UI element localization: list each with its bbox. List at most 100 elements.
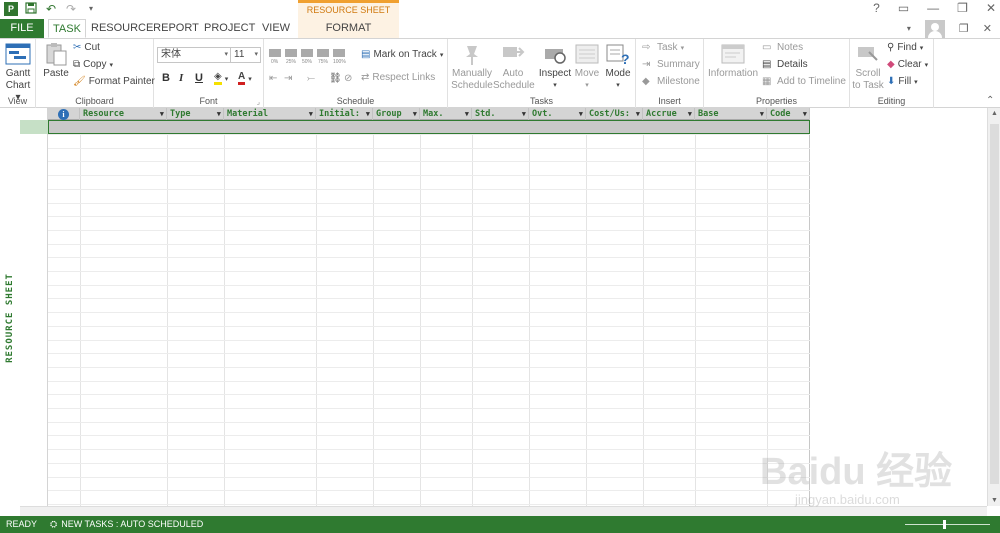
bold-button[interactable]: B	[162, 72, 170, 84]
link-icon[interactable]: ⛓	[329, 73, 342, 84]
highlight-color-button[interactable]: ◈ ▾	[214, 72, 228, 85]
avatar[interactable]	[924, 19, 945, 38]
paste-button[interactable]: Paste	[40, 42, 72, 80]
zoom-slider-thumb[interactable]	[943, 520, 946, 529]
col-initials-filter-icon[interactable]: ▼	[366, 108, 370, 120]
col-code[interactable]: Code ▼	[767, 108, 810, 120]
pct-0-icon[interactable]	[269, 49, 281, 57]
insert-milestone-button[interactable]: ◆ Milestone	[642, 76, 700, 87]
col-cost-use[interactable]: Cost/Us: ▼	[586, 108, 643, 120]
col-base[interactable]: Base ▼	[695, 108, 767, 120]
inspect-button[interactable]: Inspect ▾	[537, 42, 573, 92]
col-initials[interactable]: Initial: ▼	[316, 108, 373, 120]
col-cost-use-filter-icon[interactable]: ▼	[636, 108, 640, 120]
indent-icon[interactable]: ⇥	[284, 73, 292, 84]
tab-file[interactable]: FILE	[0, 19, 44, 38]
col-code-filter-icon[interactable]: ▼	[803, 108, 807, 120]
font-color-button[interactable]: A ▾	[238, 72, 252, 85]
find-button[interactable]: ⚲ Find ▾	[887, 42, 923, 53]
tab-format[interactable]: FORMAT	[298, 19, 399, 38]
notes-button[interactable]: ▭ Notes	[762, 42, 803, 53]
group-insert: ⇨ Task ▾ ⇥ Summary ◆ Milestone Insert	[636, 39, 704, 108]
pct-25-icon[interactable]	[285, 49, 297, 57]
scroll-to-task-button[interactable]: Scroll to Task	[850, 42, 886, 92]
col-accrue[interactable]: Accrue ▼	[643, 108, 695, 120]
scroll-up-icon[interactable]: ▲	[988, 110, 1000, 117]
col-base-filter-icon[interactable]: ▼	[760, 108, 764, 120]
close-icon[interactable]: ✕	[986, 1, 996, 15]
col-ovt-filter-icon[interactable]: ▼	[579, 108, 583, 120]
col-indicators[interactable]: i	[48, 108, 80, 120]
col-type[interactable]: Type ▼	[167, 108, 224, 120]
mark-on-track-button[interactable]: ▤ Mark on Track ▾	[361, 49, 443, 60]
tab-resource[interactable]: RESOURCE	[91, 19, 153, 38]
doc-restore-icon[interactable]: ❐	[959, 22, 969, 35]
auto-schedule-button[interactable]: Auto Schedule	[493, 42, 535, 92]
font-dialog-launcher-icon[interactable]: ⌟	[257, 98, 260, 106]
pct-50-icon[interactable]	[301, 49, 313, 57]
move-button[interactable]: Move ▾	[572, 42, 602, 92]
insert-summary-button[interactable]: ⇥ Summary	[642, 59, 700, 70]
col-group-filter-icon[interactable]: ▼	[413, 108, 417, 120]
minimize-icon[interactable]: —	[927, 1, 939, 15]
insert-task-button[interactable]: ⇨ Task ▾	[642, 42, 684, 53]
tab-report[interactable]: REPORT	[153, 19, 199, 38]
save-icon[interactable]	[24, 2, 38, 16]
tab-view[interactable]: VIEW	[259, 19, 293, 38]
cut-button[interactable]: ✂ Cut	[73, 42, 100, 53]
details-button[interactable]: ▤ Details	[762, 59, 808, 70]
copy-button[interactable]: ⧉ Copy ▾	[73, 59, 113, 70]
selected-row-cells[interactable]	[48, 120, 810, 134]
gantt-chart-button[interactable]: Gantt Chart ▾	[2, 42, 34, 104]
vertical-scrollbar[interactable]: ▲ ▼	[987, 108, 1000, 506]
italic-button[interactable]: I	[179, 72, 183, 84]
information-button[interactable]: Information	[707, 42, 759, 80]
outdent-icon[interactable]: ⇤	[269, 73, 277, 84]
selected-row[interactable]	[20, 120, 810, 134]
unlink-icon[interactable]: ⊘	[344, 73, 352, 84]
col-max[interactable]: Max. ▼	[420, 108, 472, 120]
copy-dropdown-icon[interactable]: ▾	[110, 61, 114, 69]
mode-button[interactable]: ? Mode ▾	[602, 42, 634, 92]
col-accrue-filter-icon[interactable]: ▼	[688, 108, 692, 120]
fill-button[interactable]: ⬇ Fill ▾	[887, 76, 918, 87]
respect-links-button[interactable]: ⇄ Respect Links	[361, 72, 435, 83]
pct-75-icon[interactable]	[317, 49, 329, 57]
ribbon-display-icon[interactable]: ▭	[898, 1, 909, 15]
scroll-down-icon[interactable]: ▼	[988, 497, 1000, 504]
clear-button[interactable]: ◆ Clear ▾	[887, 59, 928, 70]
col-type-filter-icon[interactable]: ▼	[217, 108, 221, 120]
doc-close-icon[interactable]: ✕	[983, 22, 992, 35]
font-name-select[interactable]: 宋体 ▾	[157, 47, 231, 63]
vertical-scroll-thumb[interactable]	[990, 124, 999, 484]
undo-icon[interactable]: ↶	[44, 2, 58, 16]
new-tasks-mode-button[interactable]: ⛭ NEW TASKS : AUTO SCHEDULED	[50, 516, 203, 533]
col-std-filter-icon[interactable]: ▼	[522, 108, 526, 120]
customize-qat-icon[interactable]: ▾	[84, 2, 98, 16]
information-label: Information	[707, 68, 759, 79]
add-to-timeline-button[interactable]: ▦ Add to Timeline	[762, 76, 846, 87]
format-painter-button[interactable]: 🖌 Format Painter	[73, 76, 155, 87]
col-ovt-rate[interactable]: Ovt. ▼	[529, 108, 586, 120]
collapse-ribbon-icon[interactable]: ⌃	[986, 95, 994, 106]
help-icon[interactable]: ?	[873, 1, 880, 15]
underline-button[interactable]: U	[195, 72, 203, 84]
restore-icon[interactable]: ❐	[957, 1, 968, 15]
col-resource-filter-icon[interactable]: ▼	[160, 108, 164, 120]
redo-icon[interactable]: ↷	[64, 2, 78, 16]
pct-100-icon[interactable]	[333, 49, 345, 57]
col-group[interactable]: Group ▼	[373, 108, 420, 120]
col-std-rate[interactable]: Std. ▼	[472, 108, 529, 120]
selected-row-header[interactable]	[20, 120, 48, 134]
col-resource[interactable]: Resource ▼	[80, 108, 167, 120]
col-material[interactable]: Material ▼	[224, 108, 316, 120]
split-task-icon[interactable]: ⤚	[307, 73, 315, 84]
col-material-filter-icon[interactable]: ▼	[309, 108, 313, 120]
tab-task[interactable]: TASK	[48, 19, 86, 38]
tab-project[interactable]: PROJECT	[204, 19, 255, 38]
zoom-slider[interactable]	[905, 524, 990, 525]
col-max-filter-icon[interactable]: ▼	[465, 108, 469, 120]
font-size-select[interactable]: 11 ▾	[230, 47, 261, 63]
account-dropdown-icon[interactable]: ▾	[907, 24, 911, 33]
manually-schedule-button[interactable]: Manually Schedule	[451, 42, 493, 92]
